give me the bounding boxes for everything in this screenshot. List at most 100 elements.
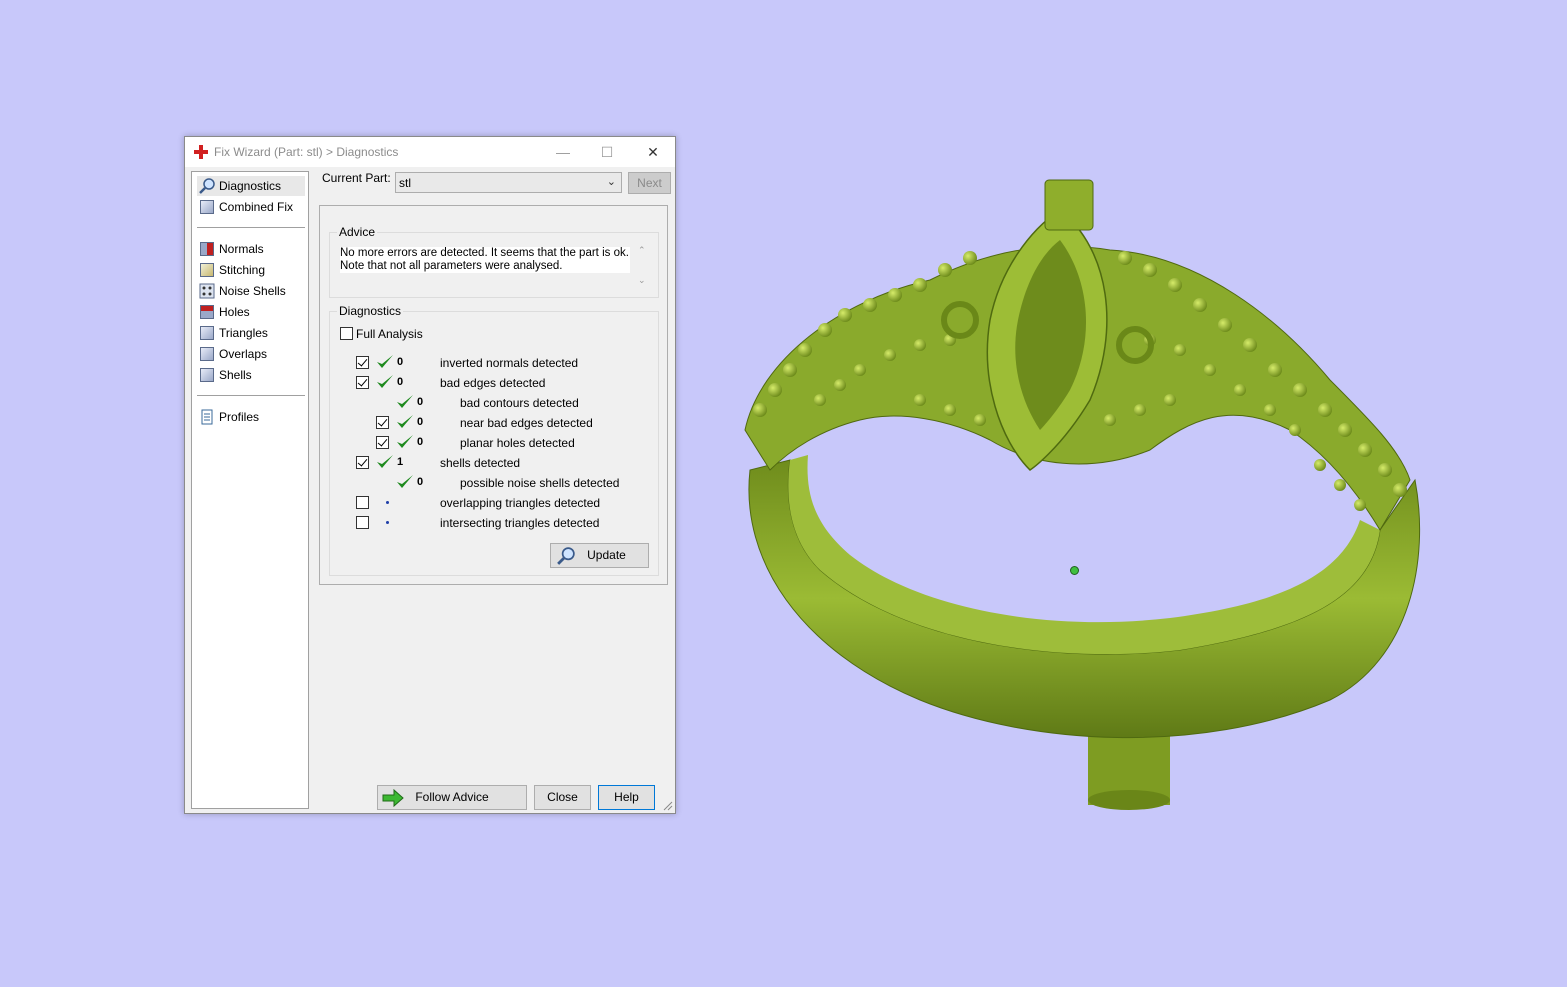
advice-title: Advice [337, 225, 378, 239]
sidebar-item-profiles[interactable]: Profiles [197, 407, 305, 427]
chevron-down-icon: ⌄ [606, 176, 616, 188]
diagnostic-count: 0 [417, 476, 424, 488]
advice-line: Note that not all parameters were analys… [340, 260, 563, 272]
maximize-button[interactable]: ☐ [592, 141, 622, 163]
green-check-icon [397, 475, 413, 488]
green-check-icon [397, 415, 413, 428]
update-button[interactable]: Update [550, 543, 649, 568]
update-label: Update [587, 548, 626, 562]
document-icon [201, 409, 213, 425]
sidebar-item-label: Shells [219, 368, 252, 382]
cube-icon [199, 367, 215, 383]
sidebar-item-overlaps[interactable]: Overlaps [197, 344, 305, 364]
resize-grip-icon[interactable] [663, 801, 673, 811]
sidebar-item-noise-shells[interactable]: Noise Shells [197, 281, 305, 301]
pivot-point-indicator [1070, 566, 1079, 575]
close-button[interactable]: Close [534, 785, 591, 810]
help-button[interactable]: Help [598, 785, 655, 810]
chevron-up-icon[interactable]: ⌃ [638, 245, 646, 256]
diagnostic-label: overlapping triangles detected [440, 496, 601, 510]
follow-advice-button[interactable]: Follow Advice [377, 785, 527, 810]
next-button[interactable]: Next [628, 172, 671, 194]
green-check-icon [397, 435, 413, 448]
green-check-icon [377, 455, 393, 468]
diagnostic-checkbox[interactable] [356, 516, 369, 529]
cube-icon [199, 199, 215, 215]
green-arrow-icon [382, 789, 404, 807]
diagnostic-label: inverted normals detected [440, 356, 579, 370]
full-analysis-label: Full Analysis [356, 327, 423, 341]
sidebar-item-label: Combined Fix [219, 200, 294, 214]
cube-icon [199, 346, 215, 362]
sidebar-item-label: Overlaps [219, 347, 268, 361]
wizard-sidebar: Diagnostics Combined Fix Normals Stitchi… [191, 171, 309, 809]
follow-advice-label: Follow Advice [415, 790, 489, 804]
full-analysis-checkbox[interactable] [340, 327, 353, 340]
sidebar-item-normals[interactable]: Normals [197, 239, 305, 259]
sidebar-item-label: Noise Shells [219, 284, 286, 298]
diagnostics-panel: Advice No more errors are detected. It s… [319, 205, 668, 585]
advice-text: No more errors are detected. It seems th… [340, 247, 630, 273]
diagnostic-count: 0 [397, 376, 404, 388]
magnifier-icon [557, 547, 575, 565]
diagnostic-count: 0 [397, 356, 404, 368]
sidebar-item-diagnostics[interactable]: Diagnostics [197, 176, 305, 196]
diagnostic-label: bad edges detected [440, 376, 546, 390]
close-window-button[interactable]: ✕ [638, 141, 668, 163]
cube-red-face-icon [199, 241, 215, 257]
diagnostic-label: planar holes detected [460, 436, 575, 450]
sidebar-item-shells[interactable]: Shells [197, 365, 305, 385]
diagnostic-checkbox[interactable] [356, 376, 369, 389]
advice-scrollbar[interactable]: ⌃ ⌄ [634, 245, 650, 291]
minimize-button[interactable]: — [548, 141, 578, 163]
diagnostic-checkbox[interactable] [356, 356, 369, 369]
sidebar-item-holes[interactable]: Holes [197, 302, 305, 322]
dice-icon [199, 283, 215, 299]
diagnostic-checkbox[interactable] [376, 436, 389, 449]
diagnostic-label: near bad edges detected [460, 416, 593, 430]
current-part-value: stl [399, 176, 411, 190]
diagnostic-label: shells detected [440, 456, 521, 470]
cube-icon [199, 262, 215, 278]
current-part-label: Current Part: [322, 171, 391, 185]
sidebar-item-label: Normals [219, 242, 264, 256]
pending-dot-icon [386, 501, 389, 504]
cube-icon [199, 325, 215, 341]
sidebar-item-stitching[interactable]: Stitching [197, 260, 305, 280]
diagnostic-count: 0 [417, 396, 424, 408]
sidebar-item-label: Diagnostics [219, 179, 282, 193]
sidebar-divider [197, 227, 305, 228]
advice-line: No more errors are detected. It seems th… [340, 247, 629, 259]
diagnostic-checkbox[interactable] [356, 456, 369, 469]
chevron-down-icon[interactable]: ⌄ [638, 275, 646, 286]
green-check-icon [377, 355, 393, 368]
sidebar-item-combined-fix[interactable]: Combined Fix [197, 197, 305, 217]
magnifier-icon [199, 178, 215, 194]
window-title: Fix Wizard (Part: stl) > Diagnostics [214, 145, 399, 159]
diagnostic-label: bad contours detected [460, 396, 579, 410]
diagnostic-label: possible noise shells detected [460, 476, 620, 490]
diagnostic-count: 1 [397, 456, 404, 468]
cube-red-top-icon [199, 304, 215, 320]
diagnostic-count: 0 [417, 416, 424, 428]
diagnostic-checkbox[interactable] [376, 416, 389, 429]
current-part-select[interactable]: stl ⌄ [395, 172, 622, 193]
diagnostic-label: intersecting triangles detected [440, 516, 600, 530]
diagnostics-group: Diagnostics Full Analysis 0 inverted norm… [329, 304, 659, 576]
green-check-icon [397, 395, 413, 408]
diagnostic-checkbox[interactable] [356, 496, 369, 509]
sidebar-item-label: Profiles [219, 410, 260, 424]
diagnostic-count: 0 [417, 436, 424, 448]
green-check-icon [377, 375, 393, 388]
fix-wizard-dialog: Fix Wizard (Part: stl) > Diagnostics — ☐… [184, 136, 676, 814]
red-cross-icon [194, 145, 208, 159]
sidebar-item-label: Triangles [219, 326, 268, 340]
title-bar[interactable]: Fix Wizard (Part: stl) > Diagnostics — ☐… [185, 137, 675, 167]
sidebar-item-label: Stitching [219, 263, 266, 277]
sidebar-item-label: Holes [219, 305, 250, 319]
pending-dot-icon [386, 521, 389, 524]
sidebar-divider [197, 395, 305, 396]
sidebar-item-triangles[interactable]: Triangles [197, 323, 305, 343]
diagnostics-title: Diagnostics [337, 304, 404, 318]
advice-group: Advice No more errors are detected. It s… [329, 225, 659, 298]
